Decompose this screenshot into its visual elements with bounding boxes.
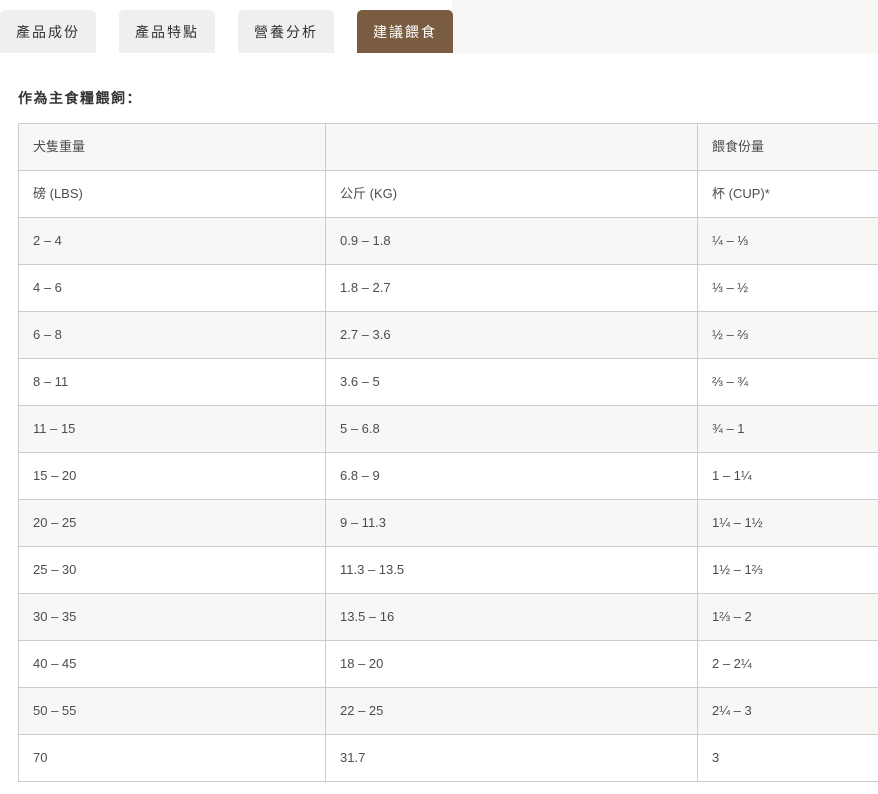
tab-bar-right-band [452,0,878,53]
table-row: 8 – 11 3.6 – 5⅔ – ¾ [18,358,878,406]
table-row: 40 – 45 18 – 20 2 – 2¼ [18,640,878,688]
header-empty [325,123,698,171]
table-cell: ¾ – 1 [697,405,878,453]
table-row: 50 – 55 22 – 25 2¼ – 3 [18,687,878,735]
table-cell: 5 – 6.8 [325,405,698,453]
section-heading: 作為主食糧餵飼： [18,90,142,106]
table-cell: 50 – 55 [18,687,326,735]
header-cup: 杯 (CUP)* [697,170,878,218]
header-lbs: 磅 (LBS) [18,170,326,218]
tab-feeding-guide[interactable]: 建議餵食 [357,10,453,53]
table-cell: 11 – 15 [18,405,326,453]
table-cell: 20 – 25 [18,499,326,547]
table-cell: 22 – 25 [325,687,698,735]
table-cell: ⅓ – ½ [697,264,878,312]
table-cell: 25 – 30 [18,546,326,594]
table-cell: 3 [697,734,878,782]
table-cell: 6.8 – 9 [325,452,698,500]
feeding-guide-panel: 作為主食糧餵飼： 犬隻重量 餵食份量 磅 (LBS) 公斤 (KG) 杯 (CU… [0,53,878,782]
feeding-table-head: 犬隻重量 餵食份量 磅 (LBS) 公斤 (KG) 杯 (CUP)* [18,123,878,218]
table-cell: 15 – 20 [18,452,326,500]
table-cell: 1 – 1¼ [697,452,878,500]
table-cell: 11.3 – 13.5 [325,546,698,594]
feeding-table: 犬隻重量 餵食份量 磅 (LBS) 公斤 (KG) 杯 (CUP)* 2 – 4… [18,123,878,782]
table-cell: 3.6 – 5 [325,358,698,406]
header-feeding-amount: 餵食份量 [697,123,878,171]
table-cell: 2¼ – 3 [697,687,878,735]
header-kg: 公斤 (KG) [325,170,698,218]
table-row: 6 – 8 2.7 – 3.6 ½ – ⅔ [18,311,878,359]
header-dog-weight: 犬隻重量 [18,123,326,171]
table-row: 30 – 35 13.5 – 16 1⅔ – 2 [18,593,878,641]
table-row: 20 – 25 9 – 11.3 1¼ – 1½ [18,499,878,547]
table-cell: 1½ – 1⅔ [697,546,878,594]
table-cell: 1⅔ – 2 [697,593,878,641]
table-cell: ¼ – ⅓ [697,217,878,265]
table-row: 70 31.7 3 [18,734,878,782]
table-cell: 4 – 6 [18,264,326,312]
table-cell: 18 – 20 [325,640,698,688]
table-cell: 8 – 11 [18,358,326,406]
table-cell: 1¼ – 1½ [697,499,878,547]
table-cell: 70 [18,734,326,782]
table-cell: 2.7 – 3.6 [325,311,698,359]
table-cell: ½ – ⅔ [697,311,878,359]
table-group-header-row: 犬隻重量 餵食份量 [18,123,878,171]
table-cell: 0.9 – 1.8 [325,217,698,265]
table-cell: 31.7 [325,734,698,782]
table-unit-header-row: 磅 (LBS) 公斤 (KG) 杯 (CUP)* [18,170,878,218]
table-cell: 30 – 35 [18,593,326,641]
table-cell: 2 – 2¼ [697,640,878,688]
table-cell: 1.8 – 2.7 [325,264,698,312]
table-cell: 13.5 – 16 [325,593,698,641]
tab-product-features[interactable]: 產品特點 [119,10,215,53]
table-row: 25 – 30 11.3 – 13.5 1½ – 1⅔ [18,546,878,594]
table-row: 4 – 6 1.8 – 2.7 ⅓ – ½ [18,264,878,312]
table-cell: 6 – 8 [18,311,326,359]
tab-product-ingredients[interactable]: 產品成份 [0,10,96,53]
table-cell: 2 – 4 [18,217,326,265]
feeding-table-body: 2 – 4 0.9 – 1.8 ¼ – ⅓4 – 6 1.8 – 2.7 ⅓ – ½6 … [18,217,878,782]
table-cell: 9 – 11.3 [325,499,698,547]
tab-nutrition-analysis[interactable]: 營養分析 [238,10,334,53]
product-detail-page: 產品成份 產品特點 營養分析 建議餵食 作為主食糧餵飼： 犬隻重量 餵食份量 磅… [0,0,878,782]
table-cell: 40 – 45 [18,640,326,688]
tab-list: 產品成份 產品特點 營養分析 建議餵食 [0,10,476,53]
table-cell: ⅔ – ¾ [697,358,878,406]
tab-bar: 產品成份 產品特點 營養分析 建議餵食 [0,0,878,53]
table-row: 11 – 15 5 – 6.8 ¾ – 1 [18,405,878,453]
table-row: 15 – 20 6.8 – 91 – 1¼ [18,452,878,500]
table-row: 2 – 4 0.9 – 1.8 ¼ – ⅓ [18,217,878,265]
